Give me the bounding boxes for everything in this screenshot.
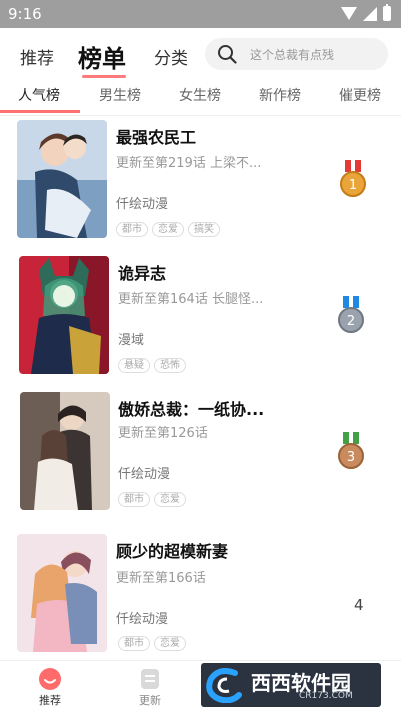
sub-tab-male[interactable]: 男生榜 bbox=[99, 85, 141, 105]
nav-update[interactable]: 更新 bbox=[110, 661, 190, 713]
comic-author: 仟绘动漫 bbox=[116, 197, 169, 212]
battery-icon bbox=[383, 4, 391, 21]
watermark-logo: 西西软件园 CR173.COM bbox=[201, 663, 381, 707]
comic-update: 更新至第166话 bbox=[116, 571, 206, 586]
smile-icon bbox=[39, 668, 61, 690]
active-tab-indicator bbox=[82, 75, 126, 78]
tag: 搞笑 bbox=[188, 222, 220, 237]
status-time: 9:16 bbox=[8, 5, 42, 23]
medal-rank: 1 bbox=[349, 178, 357, 193]
tag: 都市 bbox=[116, 222, 148, 237]
comic-cover[interactable] bbox=[17, 534, 107, 652]
comic-author: 漫域 bbox=[118, 333, 145, 348]
comic-author: 仟绘动漫 bbox=[116, 612, 169, 627]
status-icons bbox=[341, 4, 391, 21]
medal-rank: 2 bbox=[347, 314, 355, 329]
comic-author: 仟绘动漫 bbox=[118, 467, 171, 482]
tag: 恋爱 bbox=[152, 222, 184, 237]
comic-title: 傲娇总裁：一纸协... bbox=[118, 400, 265, 419]
comic-update: 更新至第219话 上梁不... bbox=[116, 156, 262, 171]
nav-label: 推荐 bbox=[39, 694, 61, 707]
medal-rank: 3 bbox=[347, 450, 355, 465]
watermark-logo-icon bbox=[206, 668, 242, 703]
status-bar: 9:16 bbox=[0, 0, 401, 28]
tag: 悬疑 bbox=[118, 358, 150, 373]
tag: 恋爱 bbox=[154, 636, 186, 651]
search-placeholder: 这个总裁有点残 bbox=[250, 48, 335, 62]
tag: 恐怖 bbox=[154, 358, 186, 373]
nav-label: 更新 bbox=[139, 694, 161, 707]
comic-title: 最强农民工 bbox=[116, 128, 197, 147]
rank-medal-icon: 2 bbox=[338, 296, 364, 333]
sub-tab-new[interactable]: 新作榜 bbox=[259, 85, 301, 105]
search-box[interactable]: 这个总裁有点残 bbox=[205, 38, 388, 70]
rank-medal-icon: 3 bbox=[338, 432, 364, 469]
list-item[interactable]: 诡异志 更新至第164话 长腿怪... 漫域 悬疑 恐怖 2 bbox=[0, 252, 401, 388]
tag: 都市 bbox=[118, 636, 150, 651]
top-tabs: 推荐 榜单 分类 这个总裁有点残 bbox=[0, 28, 401, 78]
comic-cover[interactable] bbox=[20, 392, 110, 510]
comic-cover[interactable] bbox=[17, 120, 107, 238]
comic-tags: 都市 恋爱 搞笑 bbox=[116, 222, 220, 237]
list-item[interactable]: 最强农民工 更新至第219话 上梁不... 仟绘动漫 都市 恋爱 搞笑 1 bbox=[0, 116, 401, 252]
signal-icon bbox=[363, 6, 377, 21]
tab-category[interactable]: 分类 bbox=[154, 44, 188, 69]
comic-tags: 都市 恋爱 bbox=[118, 492, 186, 507]
rank-medal-icon: 1 bbox=[340, 160, 366, 197]
sub-tab-popular[interactable]: 人气榜 bbox=[18, 85, 60, 105]
comic-update: 更新至第164话 长腿怪... bbox=[118, 292, 264, 307]
comic-cover[interactable] bbox=[19, 256, 109, 374]
ranking-sub-tabs: 人气榜 男生榜 女生榜 新作榜 催更榜 bbox=[0, 80, 401, 116]
tag: 都市 bbox=[118, 492, 150, 507]
list-item[interactable]: 顾少的超模新妻 更新至第166话 仟绘动漫 都市 恋爱 4 bbox=[0, 524, 401, 660]
sub-tab-indicator bbox=[0, 110, 80, 113]
rank-number: 4 bbox=[354, 596, 364, 614]
list-item[interactable]: 傲娇总裁：一纸协... 更新至第126话 仟绘动漫 都市 恋爱 3 bbox=[0, 388, 401, 524]
tab-rankings[interactable]: 榜单 bbox=[78, 39, 126, 74]
tag: 恋爱 bbox=[154, 492, 186, 507]
comic-title: 诡异志 bbox=[118, 264, 167, 283]
comic-tags: 都市 恋爱 bbox=[118, 636, 186, 651]
comic-tags: 悬疑 恐怖 bbox=[118, 358, 186, 373]
tab-recommend[interactable]: 推荐 bbox=[20, 44, 54, 69]
comic-update: 更新至第126话 bbox=[118, 426, 208, 441]
sub-tab-female[interactable]: 女生榜 bbox=[179, 85, 221, 105]
sub-tab-urge[interactable]: 催更榜 bbox=[339, 85, 381, 105]
watermark-url: CR173.COM bbox=[299, 691, 353, 701]
search-icon bbox=[218, 45, 237, 64]
comic-title: 顾少的超模新妻 bbox=[116, 542, 229, 561]
nav-recommend[interactable]: 推荐 bbox=[10, 661, 90, 713]
wifi-icon bbox=[341, 7, 357, 20]
update-icon bbox=[141, 669, 159, 689]
